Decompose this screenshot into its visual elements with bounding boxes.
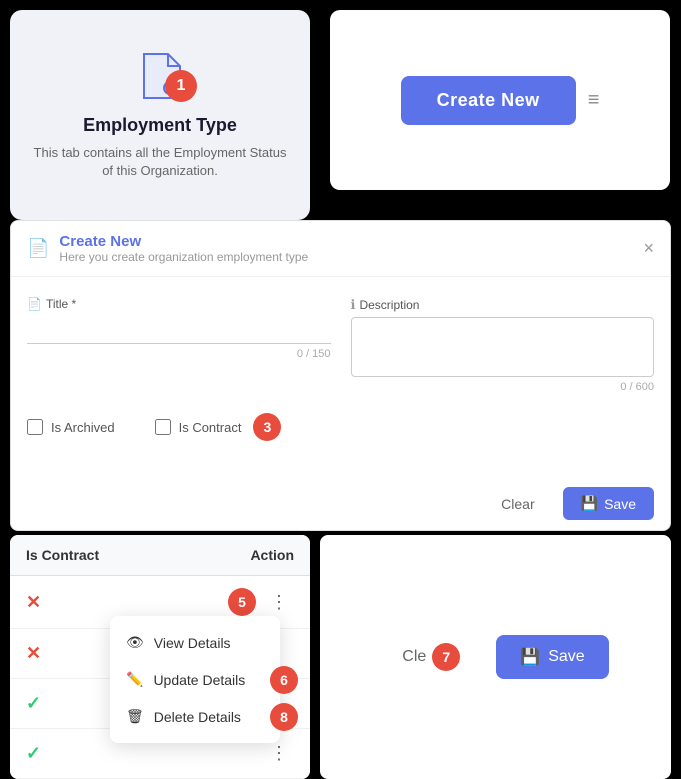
modal-close-button[interactable]: × xyxy=(643,238,654,259)
title-field-group: 📄 Title * 0 / 150 xyxy=(27,297,331,393)
status-check-icon: ✓ xyxy=(26,693,41,714)
badge-7: 7 xyxy=(432,643,460,671)
view-details-label: View Details xyxy=(154,635,231,651)
table-panel: Is Contract Action ✕ 5 ⋮ 👁 View Details xyxy=(10,535,310,779)
bottom-section: Is Contract Action ✕ 5 ⋮ 👁 View Details xyxy=(0,535,681,779)
badge-5: 5 xyxy=(228,588,256,616)
description-input[interactable] xyxy=(351,317,655,377)
is-contract-checkbox-group: Is Contract 3 xyxy=(155,413,282,441)
status-x-icon: ✕ xyxy=(26,643,41,664)
badge-6: 6 xyxy=(270,666,298,694)
info-icon: ℹ xyxy=(351,297,356,313)
modal-doc-icon: 📄 xyxy=(27,238,49,259)
create-panel: Create New ≡ xyxy=(330,10,670,190)
create-modal: 📄 Create New Here you create organizatio… xyxy=(10,220,671,531)
view-details-item[interactable]: 👁 View Details xyxy=(110,624,280,661)
save-button[interactable]: 💾 Save xyxy=(563,487,654,520)
badge-3: 3 xyxy=(253,413,281,441)
save-large-icon: 💾 xyxy=(520,647,540,667)
table-header: Is Contract Action xyxy=(10,535,310,576)
save-icon: 💾 xyxy=(581,495,598,512)
col1-header: Is Contract xyxy=(26,547,99,563)
is-archived-label: Is Archived xyxy=(51,420,115,435)
save-large-label: Save xyxy=(548,648,584,666)
eye-icon: 👁 xyxy=(126,634,144,651)
clear-large-button[interactable]: Cle 7 xyxy=(382,633,480,681)
context-menu: 👁 View Details ✏️ Update Details 6 🗑 Del… xyxy=(110,616,280,743)
form-actions: Clear 💾 Save xyxy=(11,477,670,530)
table-body: ✕ 5 ⋮ 👁 View Details ✏️ Update Details 6 xyxy=(10,576,310,779)
title-char-count: 0 / 150 xyxy=(27,348,331,360)
checkbox-row: Is Archived Is Contract 3 xyxy=(27,413,654,441)
is-archived-checkbox[interactable] xyxy=(27,419,43,435)
create-new-button[interactable]: Create New xyxy=(401,76,576,125)
right-bottom-panel: Cle 7 💾 Save xyxy=(320,535,671,779)
is-contract-checkbox[interactable] xyxy=(155,419,171,435)
clear-text: Cle xyxy=(402,648,426,666)
save-large-button[interactable]: 💾 Save xyxy=(496,635,608,679)
title-input[interactable] xyxy=(27,315,331,344)
description-label: ℹ Description xyxy=(351,297,655,313)
title-doc-icon: 📄 xyxy=(27,297,42,311)
update-details-label: Update Details xyxy=(153,672,245,688)
form-row-1: 📄 Title * 0 / 150 ℹ Description 0 / 600 xyxy=(27,297,654,393)
edit-icon: ✏️ xyxy=(126,671,143,688)
is-archived-checkbox-group: Is Archived xyxy=(27,419,115,435)
status-x-icon: ✕ xyxy=(26,592,41,613)
table-row: ✕ 5 ⋮ 👁 View Details ✏️ Update Details 6 xyxy=(10,576,310,629)
update-details-item[interactable]: ✏️ Update Details 6 xyxy=(110,661,280,698)
modal-header: 📄 Create New Here you create organizatio… xyxy=(11,221,670,277)
modal-body: 📄 Title * 0 / 150 ℹ Description 0 / 600 … xyxy=(11,277,670,477)
description-char-count: 0 / 600 xyxy=(351,381,655,393)
modal-title: Create New xyxy=(59,233,308,250)
description-field-group: ℹ Description 0 / 600 xyxy=(351,297,655,393)
delete-details-label: Delete Details xyxy=(154,709,241,725)
badge-1: 1 xyxy=(165,70,197,102)
delete-details-item[interactable]: 🗑 Delete Details 8 xyxy=(110,698,280,735)
employment-type-card: 1 Employment Type This tab contains all … xyxy=(10,10,310,220)
title-label: 📄 Title * xyxy=(27,297,331,311)
three-dot-button[interactable]: ⋮ xyxy=(264,590,294,615)
status-check-icon: ✓ xyxy=(26,743,41,764)
employment-type-desc: This tab contains all the Employment Sta… xyxy=(30,144,290,180)
col2-header: Action xyxy=(250,547,294,563)
employment-type-title: Employment Type xyxy=(83,115,237,136)
filter-icon[interactable]: ≡ xyxy=(588,89,600,112)
modal-header-left: 📄 Create New Here you create organizatio… xyxy=(27,233,308,264)
modal-subtitle: Here you create organization employment … xyxy=(59,250,308,264)
clear-button[interactable]: Clear xyxy=(485,487,550,520)
is-contract-label: Is Contract xyxy=(179,420,242,435)
badge-8: 8 xyxy=(270,703,298,731)
three-dot-button[interactable]: ⋮ xyxy=(264,741,294,766)
trash-icon: 🗑 xyxy=(126,708,144,725)
